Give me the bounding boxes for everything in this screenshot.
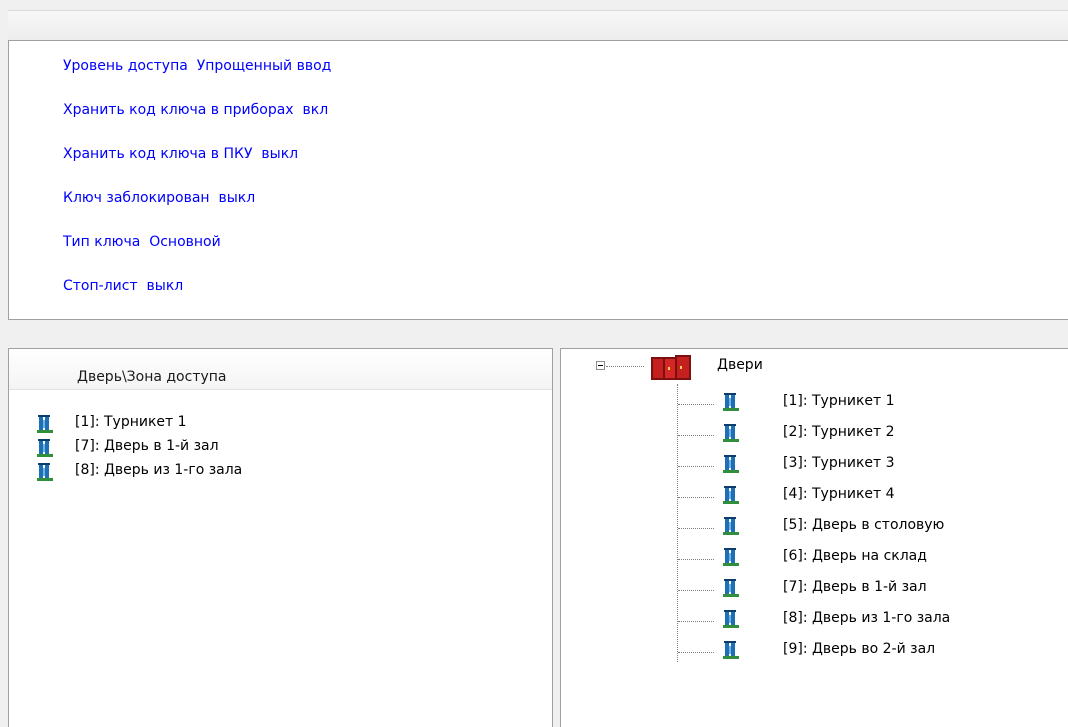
door-icon [37, 415, 53, 433]
door-icon [723, 641, 739, 659]
doors-tree: Двери [1]: Турникет 1 [2]: Турникет 2 [3]:… [560, 348, 1068, 727]
list-item-label: [7]: Дверь в 1-й зал [75, 438, 219, 454]
column-header-label: Дверь\Зона доступа [77, 369, 227, 385]
tree-connector [678, 559, 714, 560]
tree-connector [678, 621, 714, 622]
assigned-doors-list: Дверь\Зона доступа [1]: Турникет 1 [7]: Д… [8, 348, 553, 727]
door-icon [723, 455, 739, 473]
list-item[interactable]: [8]: Дверь из 1-го зала [9, 460, 549, 484]
tree-item[interactable]: [9]: Дверь во 2-й зал [721, 636, 1051, 666]
list-item-label: [1]: Турникет 1 [75, 414, 187, 430]
tree-connector [678, 497, 714, 498]
door-icon [723, 393, 739, 411]
prop-key-blocked[interactable]: Ключ заблокирован выкл [63, 190, 255, 206]
tree-item-label: [6]: Дверь на склад [783, 548, 927, 564]
door-icon [723, 548, 739, 566]
door-icon [723, 610, 739, 628]
door-icon [723, 486, 739, 504]
tree-item-label: [5]: Дверь в столовую [783, 517, 945, 533]
tree-connector [678, 528, 714, 529]
tree-connector [678, 590, 714, 591]
tree-item-label: [2]: Турникет 2 [783, 424, 895, 440]
tree-item-label: [8]: Дверь из 1-го зала [783, 610, 951, 626]
doors-group-icon [651, 355, 691, 380]
tree-item[interactable]: [2]: Турникет 2 [721, 419, 1051, 449]
prop-access-level[interactable]: Уровень доступа Упрощенный ввод [63, 58, 331, 74]
list-item[interactable]: [7]: Дверь в 1-й зал [9, 436, 549, 460]
top-toolbar-band [8, 10, 1068, 41]
door-icon [723, 517, 739, 535]
collapse-toggle-icon[interactable] [596, 361, 605, 370]
door-icon [723, 424, 739, 442]
prop-store-key-in-pku[interactable]: Хранить код ключа в ПКУ выкл [63, 146, 298, 162]
column-header-door-zone[interactable]: Дверь\Зона доступа [9, 349, 552, 390]
prop-stop-list[interactable]: Стоп-лист выкл [63, 278, 183, 294]
tree-item-label: [4]: Турникет 4 [783, 486, 895, 502]
tree-connector [678, 435, 714, 436]
tree-item[interactable]: [4]: Турникет 4 [721, 481, 1051, 511]
tree-item[interactable]: [8]: Дверь из 1-го зала [721, 605, 1051, 635]
tree-root-label[interactable]: Двери [717, 357, 763, 373]
tree-item[interactable]: [3]: Турникет 3 [721, 450, 1051, 480]
list-item[interactable]: [1]: Турникет 1 [9, 412, 549, 436]
tree-connector [678, 404, 714, 405]
prop-key-type[interactable]: Тип ключа Основной [63, 234, 221, 250]
tree-item[interactable]: [5]: Дверь в столовую [721, 512, 1051, 542]
door-icon [37, 463, 53, 481]
prop-store-key-in-devices[interactable]: Хранить код ключа в приборах вкл [63, 102, 328, 118]
tree-connector [678, 652, 714, 653]
tree-item-label: [7]: Дверь в 1-й зал [783, 579, 927, 595]
tree-item[interactable]: [7]: Дверь в 1-й зал [721, 574, 1051, 604]
door-icon [723, 579, 739, 597]
tree-connector [678, 466, 714, 467]
door-icon [37, 439, 53, 457]
tree-item[interactable]: [1]: Турникет 1 [721, 388, 1051, 418]
tree-item-label: [1]: Турникет 1 [783, 393, 895, 409]
tree-item-label: [9]: Дверь во 2-й зал [783, 641, 936, 657]
tree-item-label: [3]: Турникет 3 [783, 455, 895, 471]
key-properties-panel: Уровень доступа Упрощенный ввод Хранить … [8, 40, 1068, 320]
list-item-label: [8]: Дверь из 1-го зала [75, 462, 243, 478]
tree-connector [606, 366, 644, 367]
tree-item[interactable]: [6]: Дверь на склад [721, 543, 1051, 573]
